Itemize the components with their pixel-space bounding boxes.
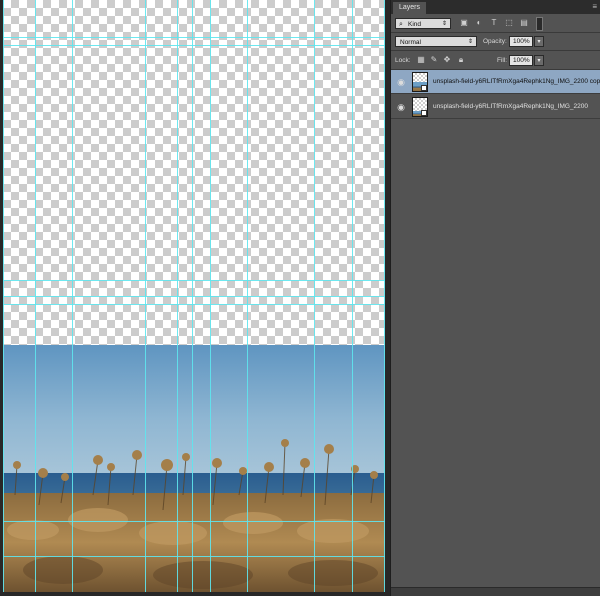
smart-object-badge-icon <box>421 110 427 116</box>
image-filter-icon[interactable]: ▣ <box>459 18 469 28</box>
horizontal-guide[interactable] <box>3 45 385 46</box>
layers-panel: Layers ≡ ⌕ Kind ⇕ ▣ ◐ T ⬚ ▤ Normal ⇕ Opa… <box>390 0 600 596</box>
lock-transparent-pixels-icon[interactable]: ▦ <box>416 55 426 65</box>
canvas-workspace[interactable] <box>0 0 388 596</box>
eye-icon[interactable]: ◉ <box>396 102 406 112</box>
blend-mode-dropdown[interactable]: Normal ⇕ <box>395 36 477 47</box>
horizontal-guide[interactable] <box>3 296 385 297</box>
horizontal-guide[interactable] <box>3 521 385 522</box>
document-canvas[interactable] <box>3 0 385 592</box>
layers-tab[interactable]: Layers <box>393 2 427 14</box>
smart-object-badge-icon <box>421 85 427 91</box>
layer-name[interactable]: unsplash-field-y6RLITfRmXga4Rephk1Ng_IMG… <box>433 70 600 94</box>
panel-footer <box>391 587 600 596</box>
eye-icon[interactable]: ◉ <box>396 77 406 87</box>
field-photo-layer <box>3 345 385 592</box>
horizontal-guide[interactable] <box>3 556 385 557</box>
horizontal-guide[interactable] <box>3 37 385 38</box>
shape-filter-icon[interactable]: ⬚ <box>504 18 514 28</box>
lock-label: Lock: <box>395 57 411 64</box>
chevron-down-icon: ⇕ <box>441 21 447 27</box>
filter-toggle-icon[interactable] <box>536 17 543 31</box>
layer-thumbnail <box>412 97 428 117</box>
blend-row: Normal ⇕ Opacity: 100% ▾ <box>391 33 600 50</box>
opacity-field[interactable]: 100% <box>509 36 533 47</box>
chevron-down-icon: ⇕ <box>467 39 473 45</box>
layer-thumbnail <box>412 72 428 92</box>
opacity-slider-toggle[interactable]: ▾ <box>534 36 544 47</box>
horizontal-guide[interactable] <box>3 304 385 305</box>
smart-object-filter-icon[interactable]: ▤ <box>519 18 529 28</box>
filter-row: ⌕ Kind ⇕ ▣ ◐ T ⬚ ▤ <box>391 15 600 32</box>
panel-menu-icon[interactable]: ≡ <box>592 2 597 12</box>
kind-filter-dropdown[interactable]: ⌕ Kind ⇕ <box>395 18 451 29</box>
adjustment-filter-icon[interactable]: ◐ <box>474 18 484 28</box>
lock-row: Lock: ▦ ✎ ✥ 🔒︎ Fill: 100% ▾ <box>391 51 600 69</box>
layer-name[interactable]: unsplash-field-y6RLITfRmXga4Rephk1Ng_IMG… <box>433 95 588 119</box>
type-filter-icon[interactable]: T <box>489 18 499 28</box>
fill-label: Fill: <box>497 57 508 64</box>
fill-field[interactable]: 100% <box>509 55 533 66</box>
lock-position-icon[interactable]: ✥ <box>442 55 452 65</box>
layer-row-original[interactable]: ◉ unsplash-field-y6RLITfRmXga4Rephk1Ng_I… <box>391 95 600 119</box>
opacity-label: Opacity: <box>483 38 507 45</box>
fill-slider-toggle[interactable]: ▾ <box>534 55 544 66</box>
lock-image-pixels-icon[interactable]: ✎ <box>429 55 439 65</box>
layer-row-copy[interactable]: ◉ unsplash-field-y6RLITfRmXga4Rephk1Ng_I… <box>391 70 600 94</box>
horizontal-guide[interactable] <box>3 280 385 281</box>
kind-filter-value: Kind <box>408 21 422 28</box>
lock-all-icon[interactable]: 🔒︎ <box>456 55 466 65</box>
magnifier-icon: ⌕ <box>399 21 403 28</box>
field-photo <box>3 345 385 592</box>
blend-mode-value: Normal <box>400 39 421 46</box>
panel-header: Layers ≡ <box>391 0 600 14</box>
